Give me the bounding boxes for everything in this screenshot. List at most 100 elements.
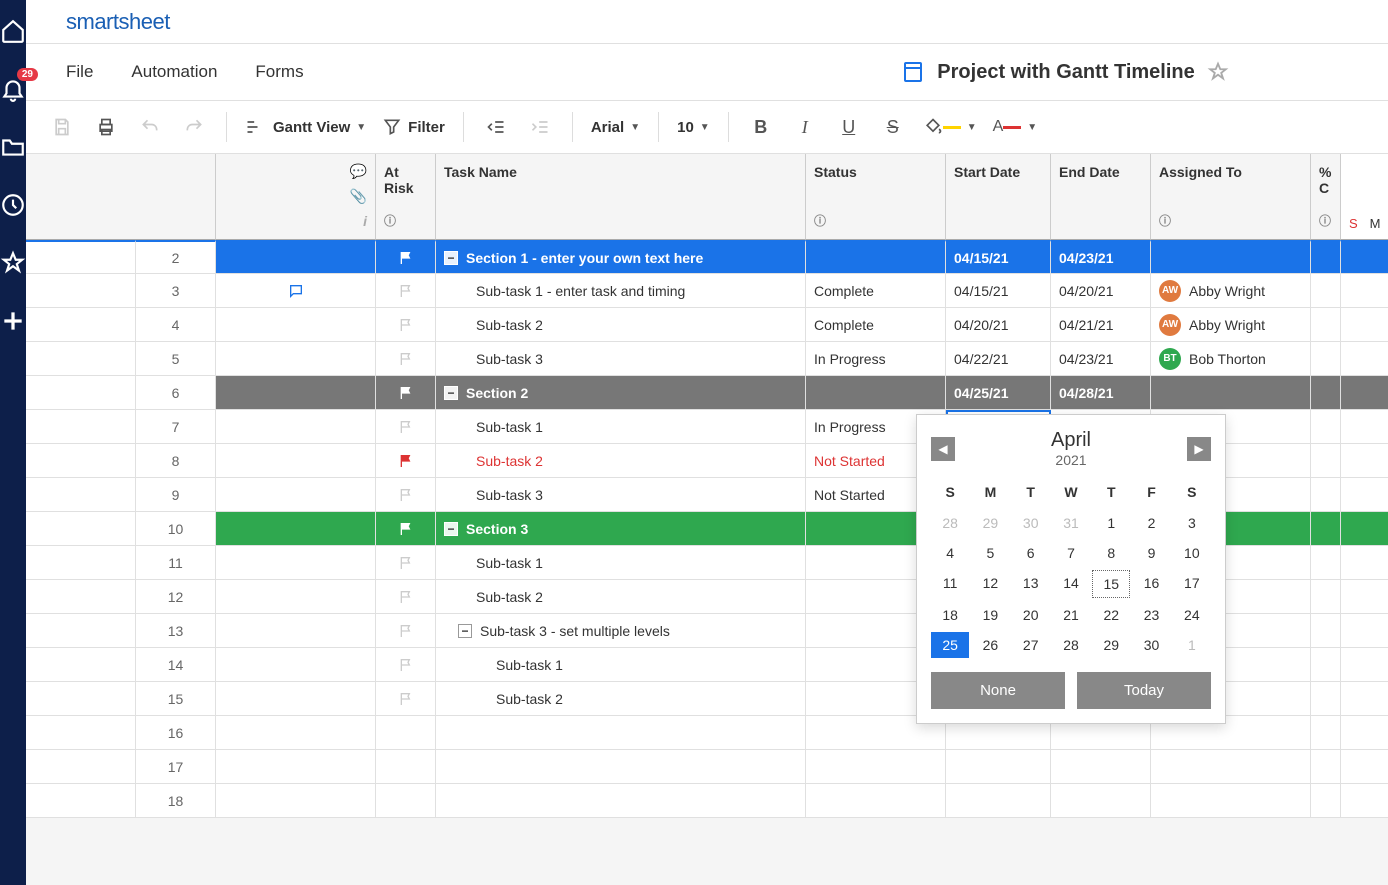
dp-day[interactable]: 10	[1173, 540, 1211, 566]
task-name-cell[interactable]: Sub-task 1	[436, 410, 806, 444]
dp-day[interactable]: 23	[1132, 602, 1170, 628]
notifications-icon[interactable]: 29	[0, 76, 26, 102]
start-date-cell[interactable]: 04/20/21	[946, 308, 1051, 342]
task-name-cell[interactable]: −Section 1 - enter your own text here	[436, 240, 806, 274]
dp-day[interactable]: 26	[971, 632, 1009, 658]
pct-cell[interactable]	[1311, 546, 1341, 580]
pct-cell[interactable]	[1311, 682, 1341, 716]
at-risk-cell[interactable]	[376, 410, 436, 444]
row-number[interactable]: 18	[136, 784, 216, 818]
end-date-cell[interactable]	[1051, 750, 1151, 784]
prev-month-button[interactable]: ◀	[931, 437, 955, 461]
end-date-cell[interactable]	[1051, 784, 1151, 818]
task-name-cell[interactable]: Sub-task 1 - enter task and timing	[436, 274, 806, 308]
at-risk-cell[interactable]	[376, 750, 436, 784]
row-number[interactable]: 5	[136, 342, 216, 376]
col-status[interactable]: Statusⓘ	[806, 154, 946, 240]
gantt-cell[interactable]	[1341, 716, 1388, 750]
pct-cell[interactable]	[1311, 614, 1341, 648]
pct-cell[interactable]	[1311, 580, 1341, 614]
font-select[interactable]: Arial▼	[587, 109, 644, 145]
dp-day[interactable]: 20	[1012, 602, 1050, 628]
flag-icon[interactable]	[398, 555, 414, 571]
dp-day[interactable]: 30	[1012, 510, 1050, 536]
dp-day[interactable]: 27	[1012, 632, 1050, 658]
comment-icon[interactable]	[288, 283, 304, 299]
at-risk-cell[interactable]	[376, 784, 436, 818]
gantt-cell[interactable]	[1341, 512, 1388, 546]
gantt-cell[interactable]	[1341, 580, 1388, 614]
flag-icon[interactable]	[398, 589, 414, 605]
row-number[interactable]: 10	[136, 512, 216, 546]
collapse-icon[interactable]: −	[444, 251, 458, 265]
task-name-cell[interactable]: Sub-task 2	[436, 580, 806, 614]
gantt-cell[interactable]	[1341, 376, 1388, 410]
task-name-cell[interactable]: Sub-task 1	[436, 546, 806, 580]
task-name-cell[interactable]: Sub-task 3	[436, 342, 806, 376]
assigned-cell[interactable]: AWAbby Wright	[1151, 274, 1311, 308]
dp-day[interactable]: 28	[931, 510, 969, 536]
status-cell[interactable]	[806, 240, 946, 274]
outdent-button[interactable]	[478, 109, 514, 145]
gantt-cell[interactable]	[1341, 478, 1388, 512]
folder-icon[interactable]	[0, 134, 26, 160]
pct-cell[interactable]	[1311, 716, 1341, 750]
dp-day[interactable]: 15	[1092, 570, 1130, 598]
row-number[interactable]: 11	[136, 546, 216, 580]
end-date-cell[interactable]: 04/21/21	[1051, 308, 1151, 342]
flag-icon[interactable]	[398, 623, 414, 639]
assigned-cell[interactable]: BTBob Thorton	[1151, 342, 1311, 376]
at-risk-cell[interactable]	[376, 444, 436, 478]
dp-day[interactable]: 16	[1132, 570, 1170, 598]
at-risk-cell[interactable]	[376, 682, 436, 716]
pct-cell[interactable]	[1311, 784, 1341, 818]
at-risk-cell[interactable]	[376, 716, 436, 750]
add-icon[interactable]	[0, 308, 26, 334]
gantt-cell[interactable]	[1341, 342, 1388, 376]
strikethrough-button[interactable]: S	[875, 109, 911, 145]
font-size-select[interactable]: 10▼	[673, 109, 714, 145]
pct-cell[interactable]	[1311, 274, 1341, 308]
dp-day[interactable]: 5	[971, 540, 1009, 566]
menu-automation[interactable]: Automation	[131, 62, 217, 82]
row-number[interactable]: 6	[136, 376, 216, 410]
task-name-cell[interactable]	[436, 784, 806, 818]
next-month-button[interactable]: ▶	[1187, 437, 1211, 461]
flag-icon[interactable]	[398, 351, 414, 367]
collapse-icon[interactable]: −	[444, 386, 458, 400]
end-date-cell[interactable]: 04/28/21	[1051, 376, 1151, 410]
task-name-cell[interactable]: Sub-task 2	[436, 682, 806, 716]
view-switcher[interactable]: Gantt View ▼	[241, 109, 370, 145]
task-name-cell[interactable]: −Section 2	[436, 376, 806, 410]
row-number[interactable]: 9	[136, 478, 216, 512]
col-pct[interactable]: % Cⓘ	[1311, 154, 1341, 240]
pct-cell[interactable]	[1311, 308, 1341, 342]
dp-day[interactable]: 25	[931, 632, 969, 658]
dp-day[interactable]: 22	[1092, 602, 1130, 628]
text-color-button[interactable]: A▼	[989, 109, 1042, 145]
row-number[interactable]: 17	[136, 750, 216, 784]
datepicker-today-button[interactable]: Today	[1077, 672, 1211, 709]
gantt-cell[interactable]	[1341, 750, 1388, 784]
start-date-cell[interactable]: 04/15/21	[946, 240, 1051, 274]
at-risk-cell[interactable]	[376, 240, 436, 274]
at-risk-cell[interactable]	[376, 648, 436, 682]
gantt-cell[interactable]	[1341, 648, 1388, 682]
at-risk-cell[interactable]	[376, 614, 436, 648]
favorites-icon[interactable]	[0, 250, 26, 276]
dp-day[interactable]: 29	[1092, 632, 1130, 658]
gantt-cell[interactable]	[1341, 682, 1388, 716]
status-cell[interactable]	[806, 750, 946, 784]
status-cell[interactable]: Complete	[806, 308, 946, 342]
start-date-cell[interactable]: 04/25/21	[946, 376, 1051, 410]
print-button[interactable]	[88, 109, 124, 145]
at-risk-cell[interactable]	[376, 376, 436, 410]
assigned-cell[interactable]	[1151, 240, 1311, 274]
fill-color-button[interactable]: ▼	[919, 109, 981, 145]
flag-icon[interactable]	[398, 283, 414, 299]
at-risk-cell[interactable]	[376, 308, 436, 342]
flag-icon[interactable]	[398, 385, 414, 401]
flag-icon[interactable]	[398, 317, 414, 333]
at-risk-cell[interactable]	[376, 274, 436, 308]
assigned-cell[interactable]	[1151, 750, 1311, 784]
